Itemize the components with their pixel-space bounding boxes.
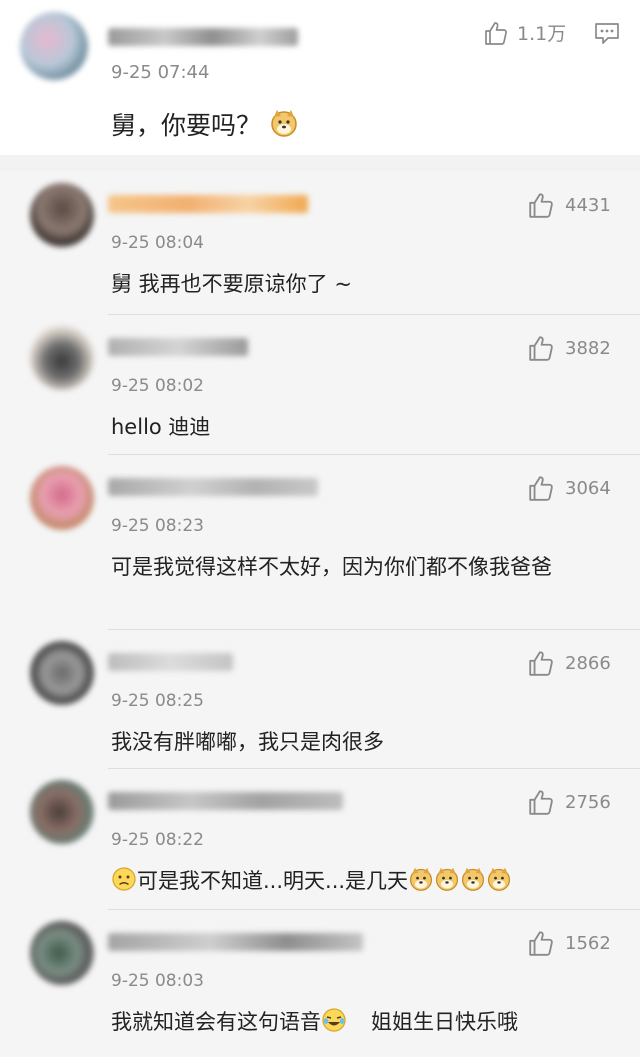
comment-time: 9-25 08:04 [111, 233, 204, 253]
like-count: 1.1万 [517, 23, 567, 45]
comment-text-body: 我就知道会有这句语音 [111, 1010, 321, 1034]
comment-like-button[interactable]: 3882 [527, 334, 611, 362]
like-count: 1562 [565, 932, 611, 954]
doge-emoji-icon [488, 867, 511, 891]
username-blurred[interactable] [108, 653, 233, 671]
comment-list: 9-25 08:04 舅 我再也不要原谅你了 ~ 4431 9-25 08:02… [0, 171, 640, 1057]
comment-item: 9-25 08:25 我没有胖嘟嘟，我只是肉很多 2866 [0, 629, 640, 769]
avatar[interactable] [30, 183, 94, 247]
username-blurred[interactable] [108, 478, 318, 496]
thumbs-up-icon [529, 336, 553, 361]
sad-emoji-icon [112, 867, 136, 891]
comment-time: 9-25 08:02 [111, 376, 204, 396]
comment-text: 我没有胖嘟嘟，我只是肉很多 [111, 730, 384, 754]
comment-text: 我就知道会有这句语音 姐姐生日快乐哦 [111, 1004, 621, 1040]
username-blurred[interactable] [108, 195, 308, 213]
like-count: 3064 [565, 477, 611, 499]
comment-like-button[interactable]: 1562 [527, 929, 611, 957]
like-count: 3882 [565, 337, 611, 359]
post-time: 9-25 07:44 [111, 62, 210, 83]
post-text-body: 舅，你要吗？ [111, 111, 262, 140]
doge-emoji-icon [462, 867, 485, 891]
username-blurred[interactable] [108, 933, 363, 951]
like-count: 2756 [565, 791, 611, 813]
comment-text-body: 可是我不知道...明天...是几天 [137, 869, 409, 893]
like-count: 2866 [565, 652, 611, 674]
doge-emoji-icon [271, 110, 297, 137]
username-blurred[interactable] [108, 792, 343, 810]
comment-like-button[interactable]: 3064 [527, 474, 611, 502]
thumbs-up-icon [529, 651, 553, 676]
thumbs-up-icon [529, 931, 553, 956]
thumbs-up-icon [485, 21, 507, 45]
avatar[interactable] [30, 921, 94, 985]
doge-emoji-icon [410, 867, 433, 891]
comment-like-button[interactable]: 2866 [527, 649, 611, 677]
avatar[interactable] [20, 12, 88, 80]
post-like-button[interactable]: 1.1万 [483, 19, 566, 46]
comment-item: 9-25 08:03 我就知道会有这句语音 姐姐生日快乐哦 1562 [0, 909, 640, 1057]
thumbs-up-icon [529, 476, 553, 501]
comment-text: 可是我不知道...明天...是几天 [111, 863, 621, 899]
avatar[interactable] [30, 326, 94, 390]
comment-item: 9-25 08:02 hello 迪迪 3882 [0, 314, 640, 455]
comment-item: 9-25 08:23 可是我觉得这样不太好，因为你们都不像我爸爸 3064 [0, 454, 640, 630]
comment-text: 舅 我再也不要原谅你了 ~ [111, 272, 352, 296]
comment-time: 9-25 08:03 [111, 971, 204, 991]
avatar[interactable] [30, 466, 94, 530]
comment-text: 可是我觉得这样不太好，因为你们都不像我爸爸 [111, 555, 552, 579]
comment-time: 9-25 08:25 [111, 691, 204, 711]
comment-like-button[interactable]: 4431 [527, 191, 611, 219]
comment-icon[interactable] [594, 20, 620, 46]
username-blurred[interactable] [108, 338, 248, 356]
avatar[interactable] [30, 641, 94, 705]
laugh-cry-emoji-icon [322, 1008, 346, 1032]
doge-emoji-icon [436, 867, 459, 891]
comment-time: 9-25 08:22 [111, 830, 204, 850]
username-blurred[interactable] [108, 28, 298, 46]
comment-time: 9-25 08:23 [111, 516, 204, 536]
comment-item: 9-25 08:22 可是我不知道...明天...是几天 2756 [0, 768, 640, 910]
avatar[interactable] [30, 780, 94, 844]
post-text: 舅，你要吗？ [111, 106, 299, 142]
comment-like-button[interactable]: 2756 [527, 788, 611, 816]
thumbs-up-icon [529, 790, 553, 815]
original-post: 9-25 07:44 舅，你要吗？ 1.1万 [0, 0, 640, 155]
comment-text-body-2: 姐姐生日快乐哦 [371, 1010, 518, 1034]
like-count: 4431 [565, 194, 611, 216]
comment-text: hello 迪迪 [111, 415, 211, 439]
thumbs-up-icon [529, 193, 553, 218]
comment-item: 9-25 08:04 舅 我再也不要原谅你了 ~ 4431 [0, 171, 640, 315]
